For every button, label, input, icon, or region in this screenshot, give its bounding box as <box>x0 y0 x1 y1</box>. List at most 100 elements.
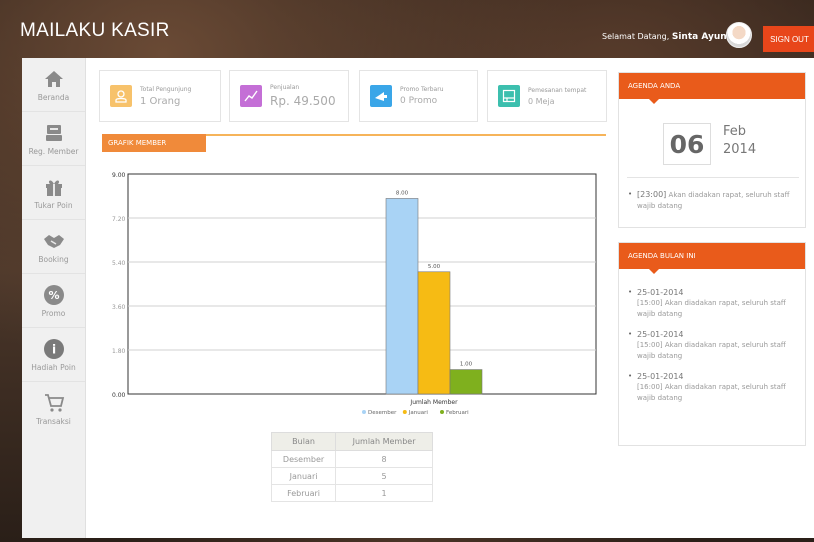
percent-icon: % <box>43 284 65 306</box>
table-cell: 8 <box>335 450 433 468</box>
svg-text:i: i <box>51 342 55 356</box>
stat-pemesanan-tempat[interactable]: Pemesanan tempat 0 Meja <box>487 70 607 122</box>
stat-value: Rp. 49.500 <box>270 94 336 108</box>
svg-text:%: % <box>48 289 59 302</box>
agenda-time: [15:00] <box>637 341 663 349</box>
table-cell: Januari <box>270 467 337 485</box>
agenda-item[interactable]: 25-01-2014 [16:00] Akan diadakan rapat, … <box>619 371 805 404</box>
table-row: Januari 5 <box>270 467 433 485</box>
member-table: Bulan Jumlah Member Desember 8 Januari 5… <box>270 432 433 502</box>
agenda-date: 25-01-2014 <box>637 288 684 297</box>
agenda-bulan-panel: AGENDA BULAN INI 25-01-2014 [15:00] Akan… <box>618 242 806 446</box>
stat-title: Pemesanan tempat <box>528 86 587 94</box>
gift-icon <box>43 176 65 198</box>
sidebar-item-transaksi[interactable]: Transaksi <box>22 382 85 436</box>
sidebar-item-label: Booking <box>38 254 69 264</box>
megaphone-icon <box>370 85 392 107</box>
sidebar-item-label: Hadiah Poin <box>31 362 76 372</box>
cart-icon <box>43 392 65 414</box>
agenda-anda-panel: AGENDA ANDA 06 Feb 2014 [23:00] Akan dia… <box>618 72 806 228</box>
grafik-member-tab[interactable]: GRAFIK MEMBER <box>102 134 206 152</box>
y-tick-label: 3.60 <box>112 304 126 311</box>
bar-value-label: 5.00 <box>428 264 441 270</box>
main-content: Total Pengunjung 1 Orang Penjualan Rp. 4… <box>86 58 814 538</box>
stat-penjualan[interactable]: Penjualan Rp. 49.500 <box>229 70 349 122</box>
table-cell: Desember <box>270 450 337 468</box>
bar-februari <box>449 369 483 395</box>
sidebar-item-tukar-poin[interactable]: Tukar Poin <box>22 166 85 220</box>
y-tick-label: 0.00 <box>112 392 126 399</box>
sidebar-item-label: Beranda <box>37 92 70 102</box>
y-tick-label: 1.80 <box>112 348 126 355</box>
y-tick-label: 5.40 <box>112 260 126 267</box>
stat-total-pengunjung[interactable]: Total Pengunjung 1 Orang <box>99 70 221 122</box>
bar-januari <box>417 271 451 395</box>
table-row: Desember 8 <box>270 450 433 468</box>
header: MAILAKU KASIR Selamat Datang, Sinta Ayun… <box>8 8 814 56</box>
stat-title: Total Pengunjung <box>140 85 192 93</box>
agenda-time: [15:00] <box>637 299 663 307</box>
y-tick-label: 7.20 <box>112 216 126 223</box>
agenda-year: 2014 <box>723 142 757 157</box>
agenda-month: Feb <box>723 124 747 139</box>
table-cell: 1 <box>335 484 433 502</box>
stat-value: 1 Orang <box>140 95 181 107</box>
legend-swatch <box>362 410 366 414</box>
stat-value: 0 Meja <box>528 96 555 106</box>
user-name: Sinta Ayuni <box>671 32 730 42</box>
member-chart: 9.00 7.20 5.40 3.60 1.80 0.00 8.00 5.00 1.00 Juml… <box>100 168 610 428</box>
table-cell: Februari <box>270 484 337 502</box>
table-row: Februari 1 <box>270 484 433 502</box>
agenda-item[interactable]: 25-01-2014 [15:00] Akan diadakan rapat, … <box>619 329 805 362</box>
agenda-anda-title: AGENDA ANDA <box>619 73 805 104</box>
sidebar-item-reg-member[interactable]: Reg. Member <box>22 112 85 166</box>
member-icon <box>43 122 65 144</box>
member-chart-svg: 9.00 7.20 5.40 3.60 1.80 0.00 8.00 5.00 1.00 Juml… <box>112 172 597 416</box>
plot-area <box>127 173 597 395</box>
table-cell: 5 <box>335 467 433 485</box>
agenda-date: 25-01-2014 <box>637 372 684 381</box>
table-icon <box>498 85 520 107</box>
home-icon <box>43 68 65 90</box>
sidebar-item-label: Tukar Poin <box>34 200 73 210</box>
stat-value: 0 Promo <box>400 96 438 106</box>
stat-promo-terbaru[interactable]: Promo Terbaru 0 Promo <box>359 70 478 122</box>
agenda-item[interactable]: [23:00] Akan diadakan rapat, seluruh sta… <box>619 189 805 212</box>
stat-title: Promo Terbaru <box>400 86 444 93</box>
user-icon <box>110 85 132 107</box>
sidebar-item-beranda[interactable]: Beranda <box>22 58 85 112</box>
sidebar: Beranda Reg. Member Tukar Poin Booking %… <box>22 58 86 538</box>
bar-desember <box>385 198 419 395</box>
agenda-time: [23:00] <box>637 190 667 199</box>
agenda-time: [16:00] <box>637 383 663 391</box>
info-icon: i <box>43 338 65 360</box>
agenda-item[interactable]: 25-01-2014 [15:00] Akan diadakan rapat, … <box>619 287 805 320</box>
y-tick-label: 9.00 <box>112 172 126 179</box>
sidebar-item-label: Promo <box>41 308 66 318</box>
bar-value-label: 1.00 <box>460 362 473 368</box>
bar-value-label: 8.00 <box>396 190 409 196</box>
sidebar-item-booking[interactable]: Booking <box>22 220 85 274</box>
sidebar-item-label: Transaksi <box>36 417 71 426</box>
sidebar-item-promo[interactable]: % Promo <box>22 274 85 328</box>
legend-entry: Desember <box>368 410 397 416</box>
sidebar-item-label: Reg. Member <box>28 146 79 156</box>
x-axis-label: Jumlah Member <box>409 399 458 406</box>
app-shell: Beranda Reg. Member Tukar Poin Booking %… <box>22 58 814 538</box>
table-header-bulan: Bulan <box>270 432 337 451</box>
legend-swatch <box>402 410 407 414</box>
agenda-bulan-title: AGENDA BULAN INI <box>619 243 805 274</box>
sidebar-item-hadiah-poin[interactable]: i Hadiah Poin <box>22 328 85 382</box>
stat-title: Penjualan <box>270 84 300 91</box>
table-header-jumlah: Jumlah Member <box>335 432 433 451</box>
legend-entry: Januari <box>408 410 429 416</box>
divider <box>627 177 799 178</box>
welcome-text: Selamat Datang, Sinta Ayuni <box>602 32 730 42</box>
legend-entry: Februari <box>446 410 469 416</box>
handshake-icon <box>43 230 65 252</box>
avatar[interactable] <box>726 22 752 48</box>
legend-swatch <box>440 410 444 414</box>
table-header-row: Bulan Jumlah Member <box>270 432 433 451</box>
agenda-date: 25-01-2014 <box>637 330 684 339</box>
sign-out-button[interactable]: SIGN OUT <box>763 26 814 52</box>
